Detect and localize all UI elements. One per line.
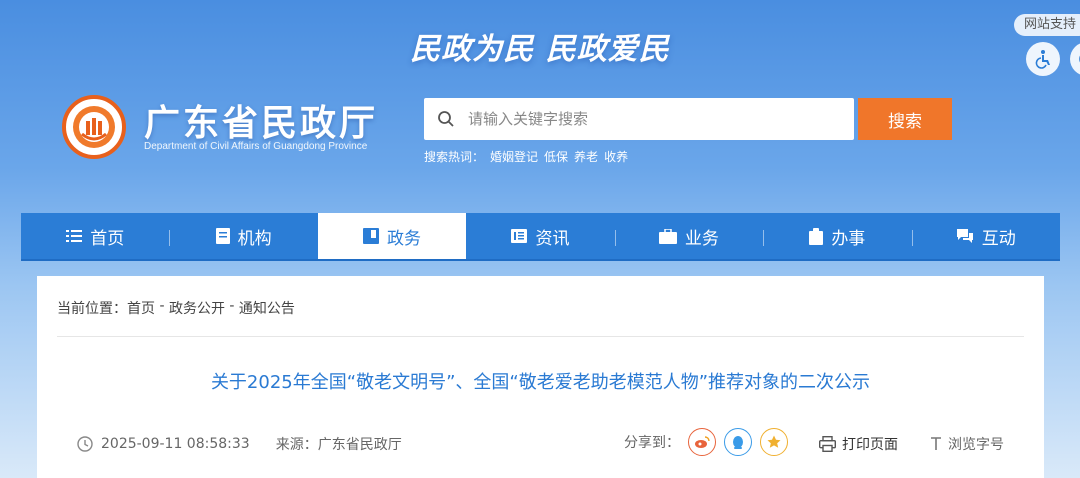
breadcrumb-divider — [57, 336, 1024, 337]
chat-icon — [956, 229, 973, 243]
clipboard-icon — [809, 227, 824, 245]
article-panel: 当前位置： 首页 - 政务公开 - 通知公告 关于2025年全国“敬老文明号”、… — [37, 276, 1044, 478]
share-qzone-button[interactable] — [760, 428, 788, 456]
hot-keyword[interactable]: 养老 — [574, 148, 598, 165]
font-size-control[interactable]: 浏览字号 — [930, 434, 1004, 454]
hot-keyword[interactable]: 收养 — [604, 148, 628, 165]
nav-item-services[interactable]: 办事 — [763, 213, 911, 259]
source-value: 广东省民政厅 — [317, 437, 402, 453]
share-qq-button[interactable] — [724, 428, 752, 456]
nav-item-home[interactable]: 首页 — [21, 213, 169, 259]
search-icon — [424, 110, 468, 128]
news-icon — [511, 229, 528, 243]
hot-keyword[interactable]: 低保 — [544, 148, 568, 165]
briefcase-icon — [658, 228, 677, 244]
text-size-icon — [931, 437, 941, 450]
clock-icon — [77, 436, 93, 452]
nav-item-label: 办事 — [831, 228, 866, 249]
breadcrumb-link[interactable]: 政务公开 — [169, 298, 225, 318]
source-label: 来源： — [275, 437, 318, 453]
search-input[interactable] — [468, 98, 854, 140]
share-label: 分享到： — [624, 435, 680, 451]
search-box — [424, 98, 854, 140]
hot-keyword[interactable]: 婚姻登记 — [490, 148, 538, 165]
site-subtitle: Department of Civil Affairs of Guangdong… — [144, 141, 368, 152]
nav-item-label: 政务 — [387, 228, 422, 249]
emblem-icon — [73, 106, 115, 148]
hot-keywords: 搜索热词： 婚姻登记 低保 养老 收养 — [424, 148, 628, 165]
accessibility-icon — [1035, 50, 1050, 69]
site-support-link[interactable]: 网站支持 — [1013, 14, 1080, 36]
top-slogan: 民政为民 民政爱民 — [410, 32, 670, 67]
nav-item-label: 机构 — [237, 228, 272, 249]
site-logo[interactable] — [62, 95, 126, 159]
publish-datetime: 2025-09-11 08:58:33 — [101, 436, 250, 452]
breadcrumb-separator: - — [155, 298, 169, 314]
book-icon — [363, 228, 380, 244]
nav-item-label: 互动 — [981, 228, 1016, 249]
list-icon — [66, 230, 83, 242]
nav-item-government[interactable]: 政务 — [317, 213, 467, 259]
site-title: 广东省民政厅 — [144, 103, 379, 144]
nav-item-business[interactable]: 业务 — [614, 213, 763, 259]
print-button[interactable]: 打印页面 — [819, 434, 898, 454]
share-weibo-button[interactable] — [688, 428, 716, 456]
printer-icon — [819, 436, 836, 452]
star-icon — [767, 435, 781, 448]
breadcrumb-label: 当前位置： — [57, 301, 127, 317]
main-nav: 首页 机构 政务 资讯 业务 办事 互动 — [21, 213, 1060, 261]
nav-item-interaction[interactable]: 互动 — [911, 213, 1060, 259]
print-label: 打印页面 — [842, 437, 898, 453]
font-size-label: 浏览字号 — [948, 437, 1004, 453]
breadcrumb-separator: - — [224, 298, 239, 314]
nav-item-label: 资讯 — [535, 228, 570, 249]
nav-item-news[interactable]: 资讯 — [466, 213, 614, 259]
search-button[interactable]: 搜索 — [858, 98, 952, 140]
weibo-icon — [695, 436, 710, 448]
article-meta: 2025-09-11 08:58:33 来源： 广东省民政厅 — [77, 434, 402, 454]
breadcrumb-link[interactable]: 首页 — [127, 298, 155, 318]
article-title: 关于2025年全国“敬老文明号”、全国“敬老爱老助老模范人物”推荐对象的二次公示 — [210, 372, 871, 393]
breadcrumb: 当前位置： 首页 - 政务公开 - 通知公告 — [57, 298, 295, 318]
nav-item-org[interactable]: 机构 — [169, 213, 317, 259]
nav-item-label: 首页 — [90, 228, 125, 249]
qq-icon — [733, 435, 743, 449]
breadcrumb-link[interactable]: 通知公告 — [239, 298, 295, 318]
nav-item-label: 业务 — [684, 228, 719, 249]
share-bar: 分享到： — [624, 428, 788, 456]
hot-keywords-label: 搜索热词： — [424, 150, 485, 164]
document-icon — [215, 228, 230, 244]
accessibility-button[interactable] — [1026, 42, 1060, 76]
